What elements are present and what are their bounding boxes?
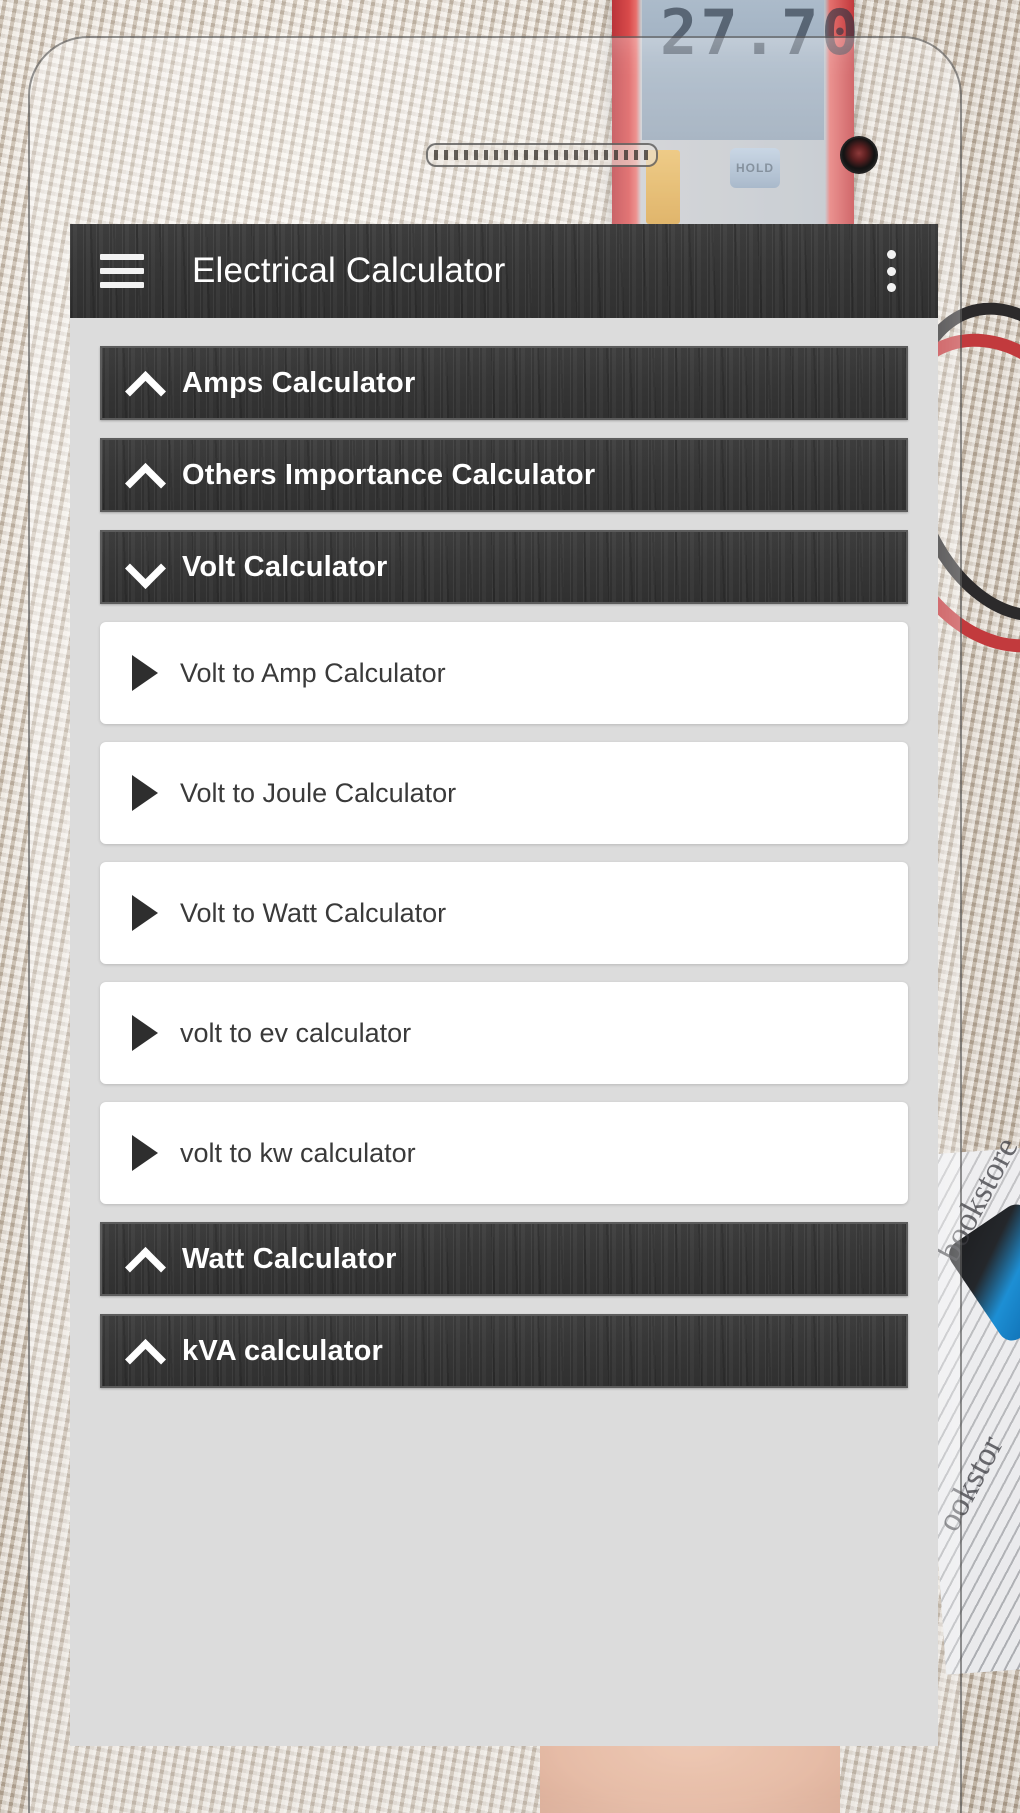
triangle-right-icon <box>132 895 158 931</box>
triangle-right-icon <box>132 655 158 691</box>
list-item-volt-to-joule-calculator[interactable]: Volt to Joule Calculator <box>100 742 908 844</box>
group-header-label: Watt Calculator <box>182 1242 397 1275</box>
triangle-right-icon <box>132 1015 158 1051</box>
list-item-label: Volt to Joule Calculator <box>180 777 457 808</box>
hamburger-bar <box>100 268 144 274</box>
app-toolbar: Electrical Calculator <box>70 224 938 318</box>
kebab-dot <box>886 266 896 276</box>
group-header-label: Amps Calculator <box>182 366 416 399</box>
group-header-watt-calculator[interactable]: Watt Calculator <box>100 1222 908 1296</box>
list-item-label: volt to kw calculator <box>180 1137 416 1168</box>
chevron-up-icon <box>124 460 168 490</box>
list-item-label: Volt to Watt Calculator <box>180 897 447 928</box>
list-item-volt-to-ev-calculator[interactable]: volt to ev calculator <box>100 982 908 1084</box>
kebab-menu-icon[interactable] <box>874 250 908 292</box>
hamburger-bar <box>100 254 144 260</box>
list-item-volt-to-watt-calculator[interactable]: Volt to Watt Calculator <box>100 862 908 964</box>
list-item-label: volt to ev calculator <box>180 1017 412 1048</box>
hamburger-bar <box>100 282 144 288</box>
list-item-volt-to-amp-calculator[interactable]: Volt to Amp Calculator <box>100 622 908 724</box>
chevron-down-icon <box>124 552 168 582</box>
kebab-dot <box>886 250 896 259</box>
triangle-right-icon <box>132 775 158 811</box>
hamburger-menu-icon[interactable] <box>100 254 144 288</box>
calculator-group-list: Amps Calculator Others Importance Calcul… <box>70 318 938 1388</box>
speaker-grille <box>434 150 650 160</box>
front-camera-icon <box>840 136 878 174</box>
app-screen: Electrical Calculator Amps Calculator Ot… <box>70 224 938 1746</box>
kebab-dot <box>886 283 896 292</box>
list-item-label: Volt to Amp Calculator <box>180 657 446 688</box>
app-title: Electrical Calculator <box>192 251 506 290</box>
group-header-label: Volt Calculator <box>182 550 388 583</box>
group-header-others-importance-calculator[interactable]: Others Importance Calculator <box>100 438 908 512</box>
group-header-label: kVA calculator <box>182 1334 384 1367</box>
group-header-volt-calculator[interactable]: Volt Calculator <box>100 530 908 604</box>
group-header-kva-calculator[interactable]: kVA calculator <box>100 1314 908 1388</box>
earpiece-speaker <box>426 143 658 167</box>
list-item-volt-to-kw-calculator[interactable]: volt to kw calculator <box>100 1102 908 1204</box>
chevron-up-icon <box>124 368 168 398</box>
scene-backdrop: 27.70 HOLD bookstore ookstor Electrical … <box>0 0 1020 1813</box>
chevron-up-icon <box>124 1244 168 1274</box>
triangle-right-icon <box>132 1135 158 1171</box>
group-header-amps-calculator[interactable]: Amps Calculator <box>100 346 908 420</box>
group-header-label: Others Importance Calculator <box>182 458 596 491</box>
chevron-up-icon <box>124 1336 168 1366</box>
